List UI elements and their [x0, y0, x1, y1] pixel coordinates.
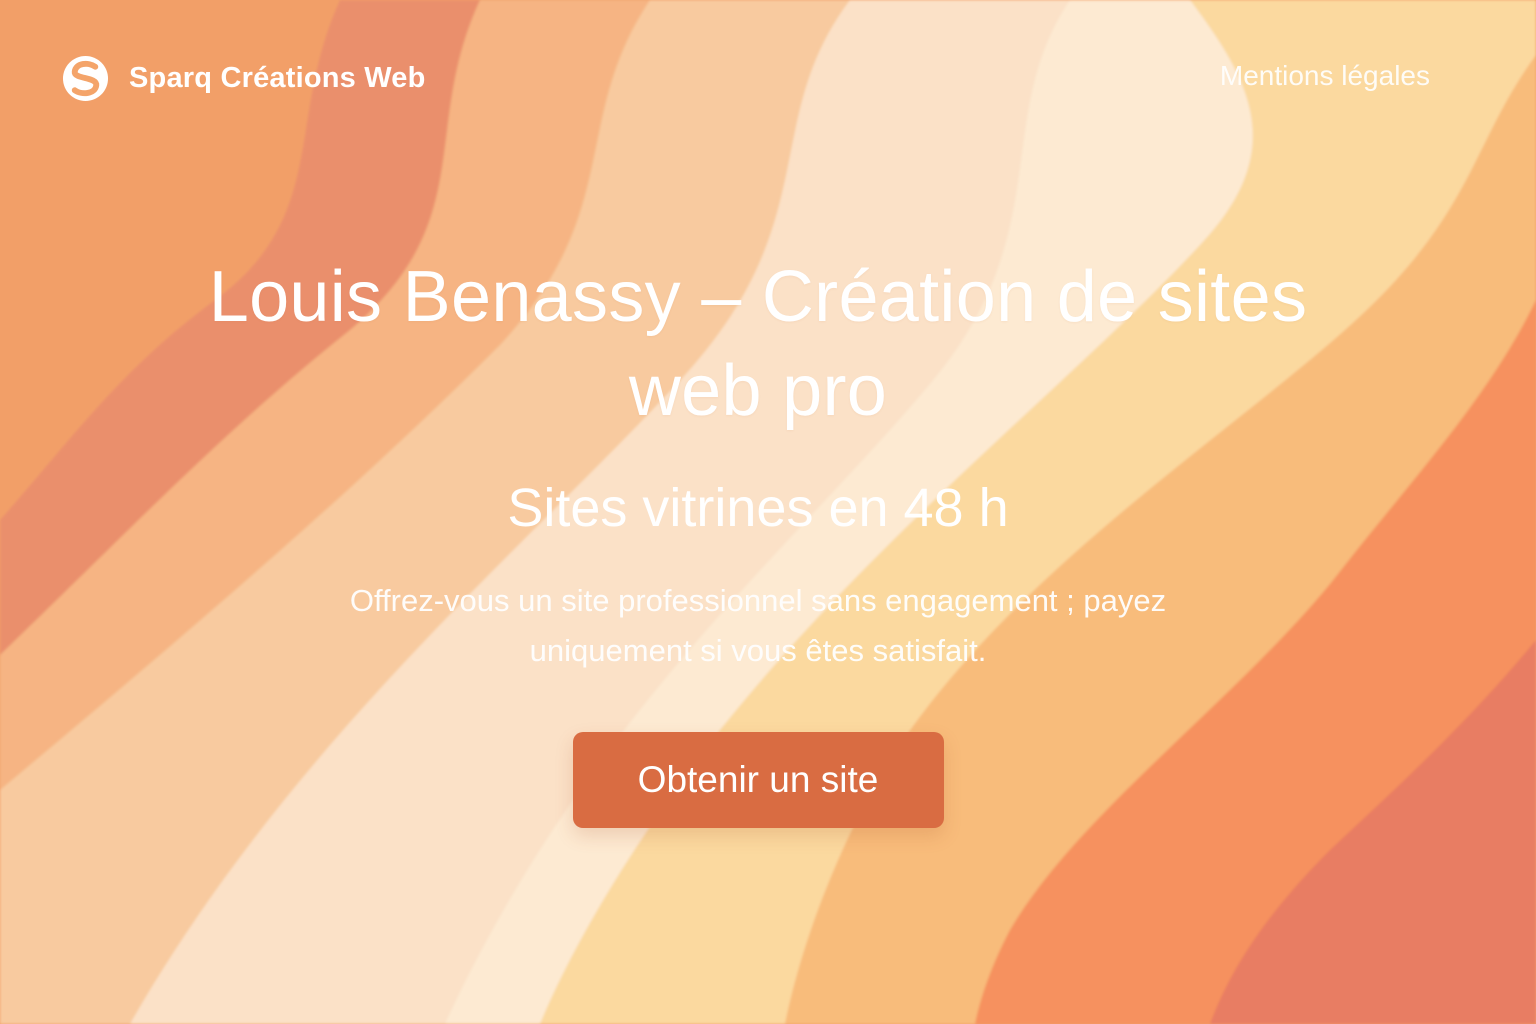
obtenir-site-button[interactable]: Obtenir un site — [572, 732, 944, 828]
mentions-legales-link[interactable]: Mentions légales — [1220, 60, 1430, 92]
hero-description: Offrez-vous un site professionnel sans e… — [349, 583, 1167, 668]
hero-subtitle: Sites vitrines en 48 h — [507, 478, 1009, 538]
s-logo-icon — [62, 55, 109, 101]
hero-section: Louis Benassy – Création de sites web pr… — [0, 250, 1516, 828]
hero-title: Louis Benassy – Création de sites web pr… — [208, 257, 1308, 431]
brand-link[interactable]: Sparq Créations Web — [62, 54, 426, 102]
site-header: Sparq Créations Web Mentions légales — [0, 0, 1536, 160]
brand-name: Sparq Créations Web — [129, 61, 426, 94]
